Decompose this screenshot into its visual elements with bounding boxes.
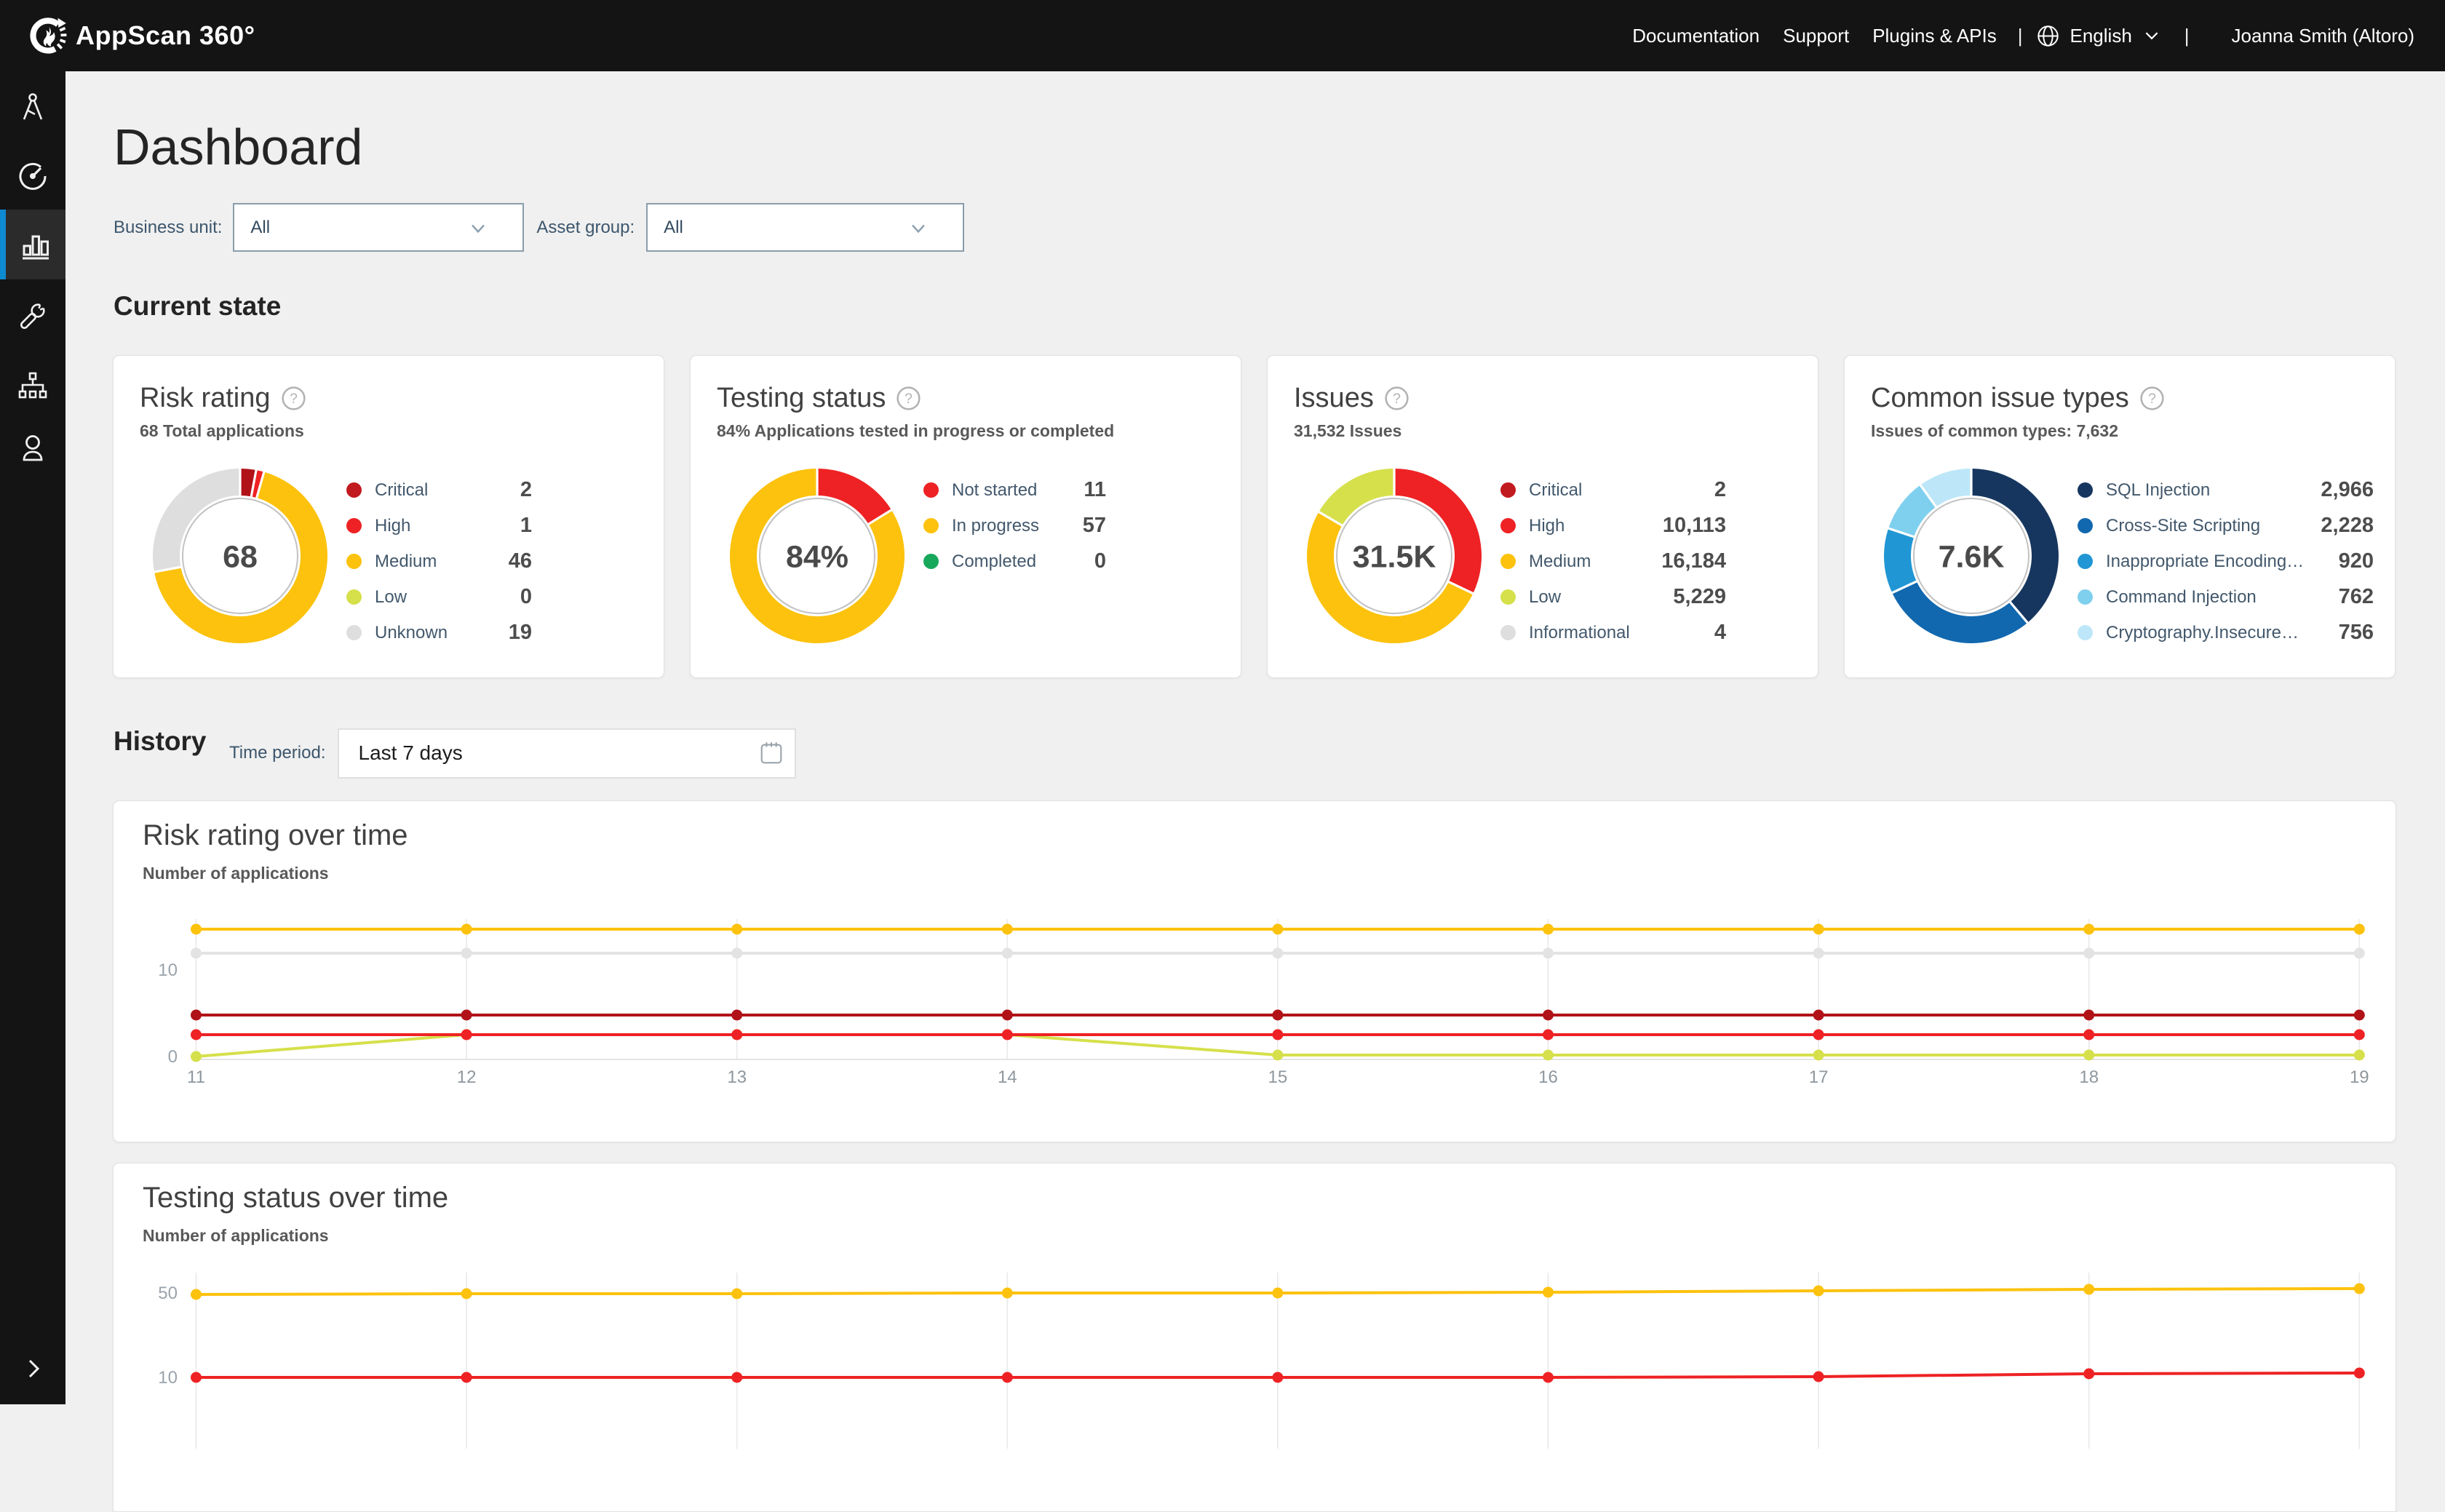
svg-text:68: 68 <box>223 540 258 575</box>
svg-text:50: 50 <box>158 1284 178 1303</box>
svg-text:14: 14 <box>998 1067 1017 1087</box>
svg-text:?: ? <box>290 391 298 407</box>
svg-text:31.5K: 31.5K <box>1353 540 1436 575</box>
svg-text:10: 10 <box>158 960 178 980</box>
svg-text:11: 11 <box>187 1067 205 1087</box>
svg-text:?: ? <box>2148 391 2156 407</box>
svg-text:10: 10 <box>158 1368 178 1388</box>
svg-text:18: 18 <box>2079 1067 2099 1087</box>
svg-text:?: ? <box>1393 391 1401 407</box>
svg-text:13: 13 <box>727 1067 747 1087</box>
svg-text:15: 15 <box>1268 1067 1288 1087</box>
svg-text:84%: 84% <box>786 540 848 575</box>
svg-text:17: 17 <box>1809 1067 1829 1087</box>
svg-text:0: 0 <box>168 1047 178 1067</box>
svg-text:16: 16 <box>1538 1067 1558 1087</box>
svg-text:7.6K: 7.6K <box>1939 540 2005 575</box>
svg-text:?: ? <box>905 391 913 407</box>
svg-text:19: 19 <box>2350 1067 2369 1087</box>
svg-text:12: 12 <box>457 1067 477 1087</box>
